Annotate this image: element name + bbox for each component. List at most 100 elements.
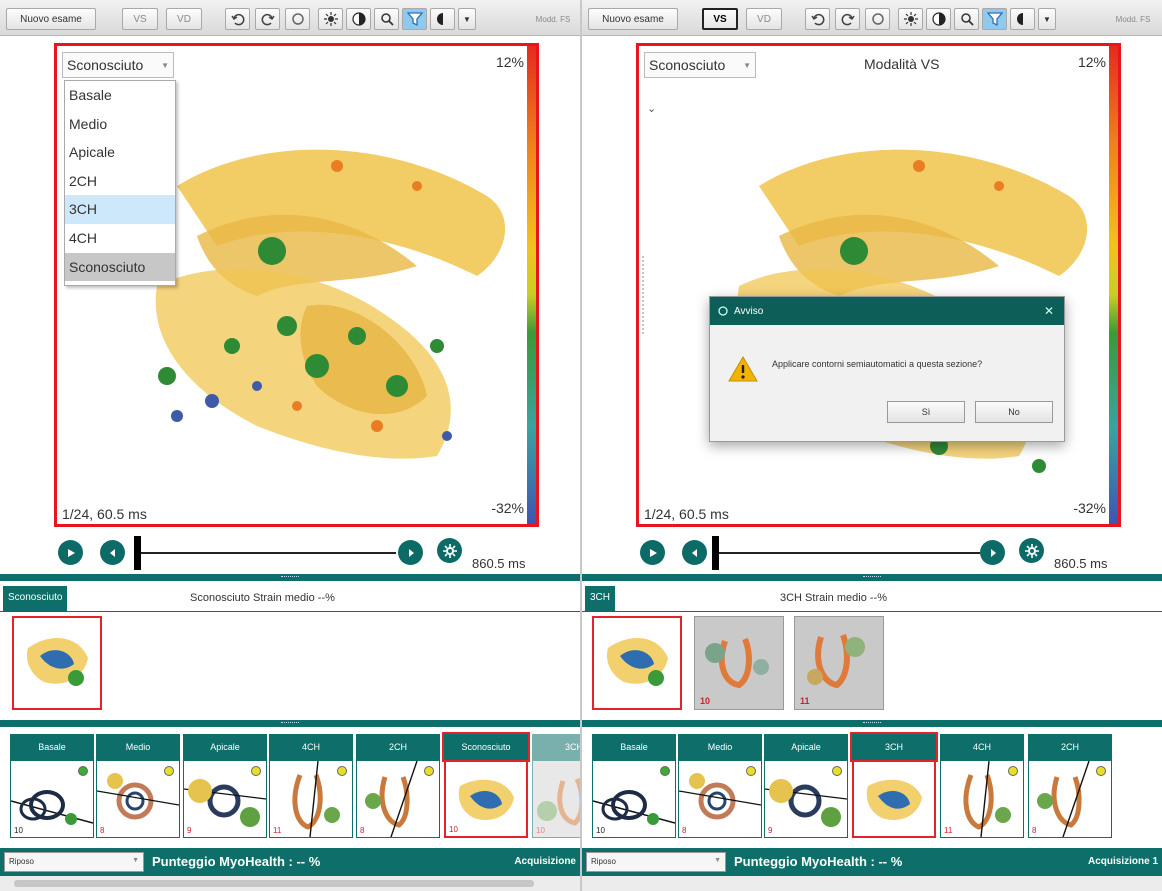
- frame-slider-thumb[interactable]: [712, 536, 719, 570]
- step-forward-icon[interactable]: [398, 540, 423, 565]
- strain-viewer[interactable]: 12% -32% 1/24, 60.5 ms Modalità VS Scono…: [636, 43, 1121, 527]
- contrast-icon[interactable]: [926, 8, 951, 30]
- brightness-icon[interactable]: [898, 8, 923, 30]
- step-back-icon[interactable]: [682, 540, 707, 565]
- filter-icon[interactable]: [402, 8, 427, 30]
- series-card-basale[interactable]: Basale 10: [10, 734, 94, 838]
- section-thumbnail[interactable]: [592, 616, 682, 710]
- frame-slider-thumb[interactable]: [134, 536, 141, 570]
- chevron-down-icon: ▼: [132, 857, 139, 864]
- series-card-3ch[interactable]: 3CH: [850, 732, 938, 838]
- series-card-2ch[interactable]: 2CH 8: [1028, 734, 1112, 838]
- dropdown-option-2ch[interactable]: 2CH: [65, 167, 175, 196]
- zoom-icon[interactable]: [954, 8, 979, 30]
- filter-icon[interactable]: [982, 8, 1007, 30]
- series-card-title: Apicale: [183, 734, 267, 760]
- contrast-icon[interactable]: [346, 8, 371, 30]
- splitter-handle[interactable]: [0, 574, 580, 581]
- color-map-icon[interactable]: [1010, 8, 1035, 30]
- mode-fs-button[interactable]: Modd. FS: [1110, 8, 1156, 30]
- status-dot: [424, 766, 434, 776]
- series-card-medio[interactable]: Medio 8: [96, 734, 180, 838]
- strain-section-tag: Sconosciuto: [3, 586, 68, 611]
- series-count: 8: [1032, 826, 1037, 835]
- left-panel: Nuovo esame VS VD ▼ Modd. FS 12% -32% 1/…: [0, 0, 580, 891]
- state-select-value: Riposo: [9, 857, 34, 866]
- footer-bar: Riposo ▼ Punteggio MyoHealth : -- % Acqui…: [0, 848, 580, 876]
- splitter-handle[interactable]: [582, 720, 1162, 727]
- dropdown-option-medio[interactable]: Medio: [65, 110, 175, 139]
- series-card-4ch[interactable]: 4CH 11: [940, 734, 1024, 838]
- series-card-title: Basale: [592, 734, 676, 760]
- series-card-4ch[interactable]: 4CH 11: [269, 734, 353, 838]
- play-icon[interactable]: [640, 540, 665, 565]
- yes-button[interactable]: Sì: [887, 401, 965, 423]
- series-card-title: Sconosciuto: [442, 732, 530, 762]
- settings-gear-icon[interactable]: [1019, 538, 1044, 563]
- series-card-3ch[interactable]: 3CH 10: [532, 734, 580, 838]
- rotate-cw-icon[interactable]: [835, 8, 860, 30]
- myohealth-score: Punteggio MyoHealth : -- %: [152, 854, 321, 869]
- scale-min-label: -32%: [1073, 500, 1106, 516]
- myohealth-score: Punteggio MyoHealth : -- %: [734, 854, 903, 869]
- section-thumbnail[interactable]: 11: [794, 616, 884, 710]
- vs-button[interactable]: VS: [702, 8, 738, 30]
- series-card-title: 3CH: [850, 732, 938, 762]
- series-card-title: 2CH: [356, 734, 440, 760]
- dropdown-option-basale[interactable]: Basale: [65, 81, 175, 110]
- state-select[interactable]: Riposo ▼: [4, 852, 144, 872]
- step-back-icon[interactable]: [100, 540, 125, 565]
- series-card-sconosciuto[interactable]: Sconosciuto 10: [442, 732, 530, 838]
- section-thumbnail[interactable]: [12, 616, 102, 710]
- settings-gear-icon[interactable]: [437, 538, 462, 563]
- section-thumbnail[interactable]: 10: [694, 616, 784, 710]
- reset-view-icon[interactable]: [865, 8, 890, 30]
- horizontal-scrollbar[interactable]: [0, 876, 580, 891]
- strain-viewer[interactable]: 12% -32% 1/24, 60.5 ms Sconosciuto ▼ Basa…: [54, 43, 539, 527]
- dropdown-option-sconosciuto[interactable]: Sconosciuto: [65, 252, 175, 282]
- frame-slider-track[interactable]: [718, 552, 980, 554]
- series-card-2ch[interactable]: 2CH 8: [356, 734, 440, 838]
- series-card-medio[interactable]: Medio 8: [678, 734, 762, 838]
- vd-button[interactable]: VD: [746, 8, 782, 30]
- mode-label: Modalità VS: [864, 56, 940, 72]
- colormap-dropdown-icon[interactable]: ▼: [458, 8, 476, 30]
- series-count: 11: [273, 826, 282, 835]
- strain-section-tag: 3CH: [585, 586, 616, 611]
- dropdown-option-4ch[interactable]: 4CH: [65, 224, 175, 253]
- horizontal-scrollbar[interactable]: [582, 876, 1162, 891]
- reset-view-icon[interactable]: [285, 8, 310, 30]
- color-map-icon[interactable]: [430, 8, 455, 30]
- right-panel: Nuovo esame VS VD ▼ Modd. FS 12% -32% 1/…: [582, 0, 1162, 891]
- status-dot: [660, 766, 670, 776]
- section-select[interactable]: Sconosciuto ▼: [644, 52, 756, 78]
- state-select-value: Riposo: [591, 857, 616, 866]
- expand-chevron-icon[interactable]: ⌄: [647, 102, 656, 115]
- new-exam-button[interactable]: Nuovo esame: [6, 8, 96, 30]
- state-select[interactable]: Riposo ▼: [586, 852, 726, 872]
- rotate-ccw-icon[interactable]: [225, 8, 250, 30]
- splitter-handle[interactable]: [582, 574, 1162, 581]
- frame-slider-track[interactable]: [140, 552, 396, 554]
- zoom-icon[interactable]: [374, 8, 399, 30]
- brightness-icon[interactable]: [318, 8, 343, 30]
- splitter-handle[interactable]: [0, 720, 580, 727]
- vs-button[interactable]: VS: [122, 8, 158, 30]
- step-forward-icon[interactable]: [980, 540, 1005, 565]
- new-exam-button[interactable]: Nuovo esame: [588, 8, 678, 30]
- section-select[interactable]: Sconosciuto ▼: [62, 52, 174, 78]
- colormap-dropdown-icon[interactable]: ▼: [1038, 8, 1056, 30]
- play-icon[interactable]: [58, 540, 83, 565]
- series-card-apicale[interactable]: Apicale 9: [183, 734, 267, 838]
- section-select-value: Sconosciuto: [67, 57, 144, 73]
- close-icon[interactable]: ✕: [1044, 304, 1054, 318]
- vd-button[interactable]: VD: [166, 8, 202, 30]
- series-card-basale[interactable]: Basale 10: [592, 734, 676, 838]
- series-card-apicale[interactable]: Apicale 9: [764, 734, 848, 838]
- mode-fs-button[interactable]: Modd. FS: [530, 8, 576, 30]
- rotate-cw-icon[interactable]: [255, 8, 280, 30]
- no-button[interactable]: No: [975, 401, 1053, 423]
- dropdown-option-apicale[interactable]: Apicale: [65, 138, 175, 167]
- rotate-ccw-icon[interactable]: [805, 8, 830, 30]
- dropdown-option-3ch[interactable]: 3CH: [65, 195, 175, 224]
